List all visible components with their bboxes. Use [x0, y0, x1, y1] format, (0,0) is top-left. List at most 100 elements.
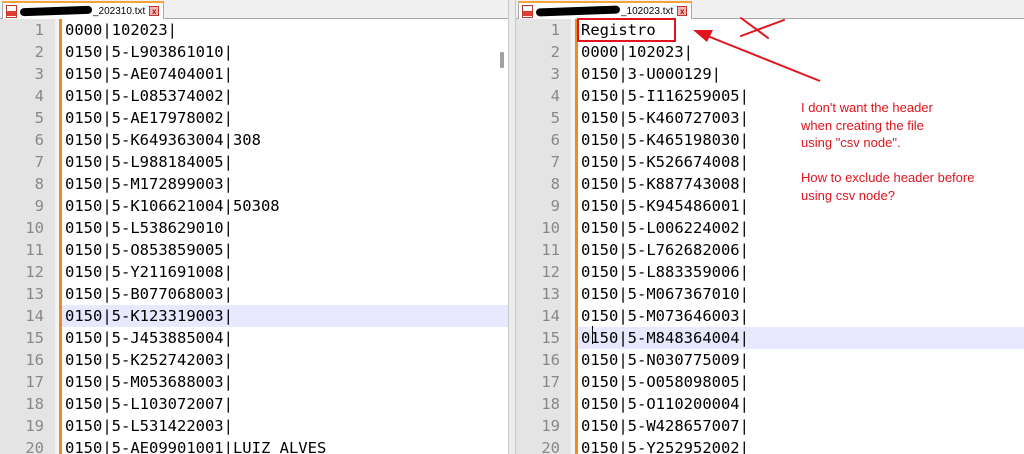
- line-content-area[interactable]: 0150|5-O110200004|: [578, 393, 1024, 415]
- line-number: 2: [34, 43, 44, 61]
- line-content-area[interactable]: 0000|102023|: [62, 19, 508, 41]
- line-content-area[interactable]: 0000|102023|: [578, 41, 1024, 63]
- line-content-area[interactable]: 0150|5-Y211691008|: [62, 261, 508, 283]
- code-line[interactable]: 20 0150|5-Y252952002|: [516, 437, 1024, 454]
- line-content-area[interactable]: 0150|5-L103072007|: [62, 393, 508, 415]
- line-content-area[interactable]: 0150|5-L762682006|: [578, 239, 1024, 261]
- line-text: 0150|5-N030775009|: [581, 351, 749, 369]
- scrollbar-thumb[interactable]: [500, 52, 504, 68]
- code-line[interactable]: 7 0150|5-L988184005|: [0, 151, 508, 173]
- left-file-tab[interactable]: _202310.txt x: [2, 1, 165, 19]
- right-editor[interactable]: 1 Registro 2 0000|102023| 3 0150|3-U000129| 4 0…: [516, 19, 1024, 454]
- line-content-area[interactable]: 0150|5-M067367010|: [578, 283, 1024, 305]
- code-line[interactable]: 14 0150|5-M073646003|: [516, 305, 1024, 327]
- code-line[interactable]: 2 0150|5-L903861010|: [0, 41, 508, 63]
- line-content-area[interactable]: 0150|5-L988184005|: [62, 151, 508, 173]
- code-line[interactable]: 18 0150|5-L103072007|: [0, 393, 508, 415]
- line-content-area[interactable]: 0150|5-L085374002|: [62, 85, 508, 107]
- code-line[interactable]: 4 0150|5-L085374002|: [0, 85, 508, 107]
- line-content-area[interactable]: 0150|5-K649363004|308: [62, 129, 508, 151]
- line-content-area[interactable]: 0150|5-K252742003|: [62, 349, 508, 371]
- code-line[interactable]: 17 0150|5-M053688003|: [0, 371, 508, 393]
- right-line-list: 1 Registro 2 0000|102023| 3 0150|3-U000129| 4 0…: [516, 19, 1024, 454]
- code-line[interactable]: 15 0150|5-J453885004|: [0, 327, 508, 349]
- line-text: 0150|5-L006224002|: [581, 219, 749, 237]
- line-content-area[interactable]: 0150|5-AE07404001|: [62, 63, 508, 85]
- line-number: 17: [541, 373, 560, 391]
- line-number: 19: [541, 417, 560, 435]
- line-content-area[interactable]: 0150|5-O853859005|: [62, 239, 508, 261]
- line-number: 9: [550, 197, 560, 215]
- line-content-area[interactable]: 0150|5-O058098005|: [578, 371, 1024, 393]
- code-line[interactable]: 18 0150|5-O110200004|: [516, 393, 1024, 415]
- line-number: 14: [25, 307, 44, 325]
- line-content-area[interactable]: 0150|5-M848364004|: [578, 327, 1024, 349]
- line-number: 19: [25, 417, 44, 435]
- code-line[interactable]: 13 0150|5-M067367010|: [516, 283, 1024, 305]
- line-number: 4: [34, 87, 44, 105]
- code-line[interactable]: 19 0150|5-L531422003|: [0, 415, 508, 437]
- line-text: 0150|5-W428657007|: [581, 417, 749, 435]
- line-text: 0150|5-L538629010|: [65, 219, 233, 237]
- line-content-area[interactable]: 0150|5-AE17978002|: [62, 107, 508, 129]
- line-number: 16: [25, 351, 44, 369]
- line-content-area[interactable]: 0150|5-L883359006|: [578, 261, 1024, 283]
- line-content-area[interactable]: 0150|5-M073646003|: [578, 305, 1024, 327]
- line-number: 15: [25, 329, 44, 347]
- split-divider[interactable]: [508, 0, 516, 454]
- header-highlight-box: [577, 18, 676, 42]
- line-text: 0000|102023|: [65, 21, 177, 39]
- close-icon[interactable]: x: [677, 6, 688, 16]
- line-content-area[interactable]: 0150|5-L006224002|: [578, 217, 1024, 239]
- line-content-area[interactable]: 0150|5-AE09901001|LUIZ ALVES: [62, 437, 508, 454]
- line-text: 0150|5-K887743008|: [581, 175, 749, 193]
- line-content-area[interactable]: 0150|5-Y252952002|: [578, 437, 1024, 454]
- code-line[interactable]: 12 0150|5-Y211691008|: [0, 261, 508, 283]
- code-line[interactable]: 14 0150|5-K123319003|: [0, 305, 508, 327]
- line-content-area[interactable]: 0150|5-L903861010|: [62, 41, 508, 63]
- line-content-area[interactable]: 0150|5-K123319003|: [62, 305, 508, 327]
- line-text: 0150|5-I116259005|: [581, 87, 749, 105]
- code-line[interactable]: 10 0150|5-L006224002|: [516, 217, 1024, 239]
- code-line[interactable]: 2 0000|102023|: [516, 41, 1024, 63]
- line-content-area[interactable]: 0150|5-M053688003|: [62, 371, 508, 393]
- line-number: 6: [34, 131, 44, 149]
- code-line[interactable]: 11 0150|5-L762682006|: [516, 239, 1024, 261]
- code-line[interactable]: 10 0150|5-L538629010|: [0, 217, 508, 239]
- line-content-area[interactable]: 0150|5-N030775009|: [578, 349, 1024, 371]
- code-line[interactable]: 20 0150|5-AE09901001|LUIZ ALVES: [0, 437, 508, 454]
- line-text: 0150|5-L531422003|: [65, 417, 233, 435]
- line-number: 13: [541, 285, 560, 303]
- code-line[interactable]: 6 0150|5-K649363004|308: [0, 129, 508, 151]
- line-content-area[interactable]: 0150|5-L538629010|: [62, 217, 508, 239]
- line-text: 0150|5-K649363004|308: [65, 131, 261, 149]
- text-caret: [592, 326, 593, 344]
- code-line[interactable]: 13 0150|5-B077068003|: [0, 283, 508, 305]
- code-line[interactable]: 16 0150|5-N030775009|: [516, 349, 1024, 371]
- file-icon: [522, 5, 533, 18]
- code-line[interactable]: 17 0150|5-O058098005|: [516, 371, 1024, 393]
- line-content-area[interactable]: 0150|3-U000129|: [578, 63, 1024, 85]
- line-number: 1: [34, 21, 44, 39]
- code-line[interactable]: 11 0150|5-O853859005|: [0, 239, 508, 261]
- close-icon[interactable]: x: [149, 6, 160, 16]
- line-number: 20: [541, 439, 560, 454]
- code-line[interactable]: 1 0000|102023|: [0, 19, 508, 41]
- code-line[interactable]: 9 0150|5-K106621004|50308: [0, 195, 508, 217]
- line-content-area[interactable]: 0150|5-L531422003|: [62, 415, 508, 437]
- code-line[interactable]: 3 0150|3-U000129|: [516, 63, 1024, 85]
- line-content-area[interactable]: 0150|5-K106621004|50308: [62, 195, 508, 217]
- right-file-tab[interactable]: _102023.txt x: [518, 1, 693, 19]
- line-content-area[interactable]: 0150|5-M172899003|: [62, 173, 508, 195]
- code-line[interactable]: 5 0150|5-AE17978002|: [0, 107, 508, 129]
- code-line[interactable]: 3 0150|5-AE07404001|: [0, 63, 508, 85]
- code-line[interactable]: 8 0150|5-M172899003|: [0, 173, 508, 195]
- code-line[interactable]: 16 0150|5-K252742003|: [0, 349, 508, 371]
- line-content-area[interactable]: 0150|5-B077068003|: [62, 283, 508, 305]
- line-content-area[interactable]: 0150|5-W428657007|: [578, 415, 1024, 437]
- line-content-area[interactable]: 0150|5-J453885004|: [62, 327, 508, 349]
- line-text: 0150|5-Y211691008|: [65, 263, 233, 281]
- left-editor[interactable]: 1 0000|102023| 2 0150|5-L903861010| 3 0150|5-…: [0, 19, 508, 454]
- code-line[interactable]: 12 0150|5-L883359006|: [516, 261, 1024, 283]
- code-line[interactable]: 19 0150|5-W428657007|: [516, 415, 1024, 437]
